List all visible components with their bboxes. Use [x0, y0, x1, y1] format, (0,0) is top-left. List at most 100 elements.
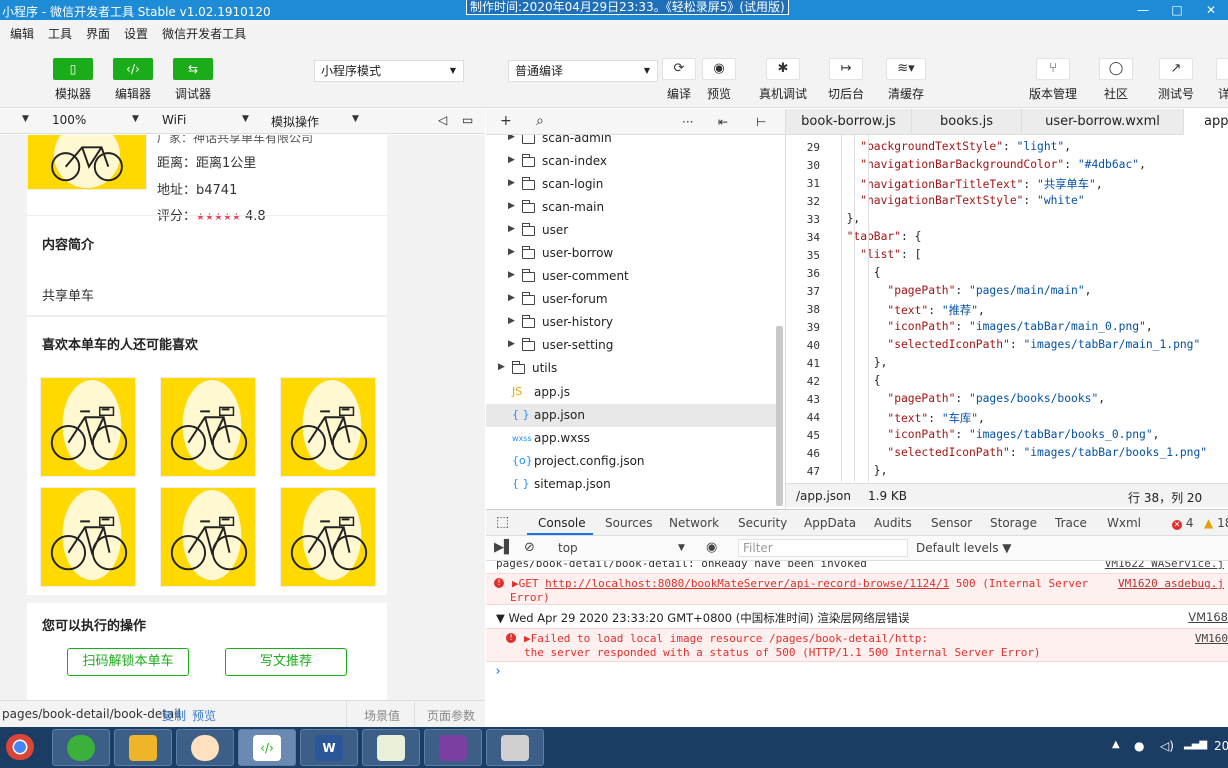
scene-value-button[interactable]: 场景值 [364, 707, 400, 724]
clock[interactable]: 20 [1214, 739, 1228, 753]
compile-button[interactable]: ⟳ [662, 58, 696, 80]
clear-cache-button[interactable]: ≋▾ [886, 58, 926, 80]
app-task[interactable] [114, 729, 172, 766]
source-link[interactable]: VM1622 WAService.j [1105, 561, 1224, 570]
menu-tools[interactable]: 工具 [48, 25, 72, 42]
console-group-line[interactable]: ▼ Wed Apr 29 2020 23:33:20 GMT+0800 (中国标… [486, 610, 1228, 626]
test-account-button[interactable]: ↗ [1159, 58, 1193, 80]
tab-book-borrow[interactable]: book-borrow.js [786, 109, 912, 135]
file-tree-item[interactable]: ▶ scan-index [486, 150, 776, 173]
mode-select[interactable]: 小程序模式 ▼ [314, 60, 464, 82]
error-url[interactable]: http://localhost:8080/bookMateServer/api… [545, 577, 949, 590]
page-params-button[interactable]: 页面参数 [427, 707, 475, 724]
volume-icon[interactable]: ◁ [438, 113, 447, 127]
inspect-icon[interactable]: ⬚ [496, 514, 509, 530]
tab-sources[interactable]: Sources [605, 516, 652, 530]
recommend-bike-card[interactable] [280, 377, 376, 477]
devtools-task[interactable]: ‹/› [238, 729, 296, 766]
tab-app-json[interactable]: app [1184, 109, 1228, 135]
tab-appdata[interactable]: AppData [804, 516, 856, 530]
file-tree-item[interactable]: ▶ scan-admin [486, 135, 776, 150]
start-chrome-icon[interactable] [0, 729, 44, 766]
sidebar-toggle-icon[interactable]: ▶▌ [494, 540, 514, 555]
source-link[interactable]: VM1620 asdebug.j [1118, 577, 1224, 590]
recommend-bike-card[interactable] [40, 487, 136, 587]
clear-console-icon[interactable]: ⊘ [524, 540, 535, 555]
java-ide-task[interactable] [424, 729, 482, 766]
recommend-bike-card[interactable] [160, 377, 256, 477]
eye-icon[interactable]: ◉ [706, 540, 717, 555]
file-tree-item[interactable]: ▶ user-history [486, 311, 776, 334]
zoom-select[interactable]: 100% [52, 113, 86, 127]
code-editor[interactable]: 29 "backgroundTextStyle": "light", 30 "navi… [786, 135, 1228, 482]
split-icon[interactable]: ⊢ [756, 115, 766, 129]
simulate-operation-select[interactable]: 模拟操作 [271, 113, 319, 130]
file-tree-scrollbar[interactable] [776, 326, 783, 506]
file-tree-item[interactable]: { } app.json [486, 404, 776, 427]
tab-audits[interactable]: Audits [874, 516, 912, 530]
preview-page-link[interactable]: 预览 [192, 707, 216, 724]
version-mgmt-button[interactable]: ⑂ [1036, 58, 1070, 80]
network-icon[interactable]: ▂▄▆ [1184, 739, 1207, 750]
source-link[interactable]: VM160 [1195, 632, 1228, 645]
maximize-button[interactable]: □ [1160, 0, 1194, 20]
collapse-icon[interactable]: ⇤ [718, 115, 728, 129]
file-tree-item[interactable]: ▶ user [486, 219, 776, 242]
compile-select[interactable]: 普通编译 ▼ [508, 60, 658, 82]
close-button[interactable]: ✕ [1194, 0, 1228, 20]
more-icon[interactable]: ··· [682, 115, 693, 129]
recommend-bike-card[interactable] [280, 487, 376, 587]
warning-counter[interactable]: ▲ 18 [1204, 516, 1228, 530]
menu-view[interactable]: 界面 [86, 25, 110, 42]
context-select[interactable]: top [558, 541, 578, 555]
tray-arrow-icon[interactable]: ▲ [1112, 739, 1120, 750]
recorder-task[interactable] [486, 729, 544, 766]
debugger-button[interactable]: ⇆ [173, 58, 213, 80]
background-button[interactable]: ↦ [829, 58, 863, 80]
console-filter-input[interactable]: Filter [738, 539, 908, 557]
volume-icon[interactable]: ◁) [1160, 739, 1174, 753]
write-recommend-button[interactable]: 写文推荐 [225, 648, 347, 676]
add-file-icon[interactable]: + [500, 113, 512, 129]
file-tree-item[interactable]: wxss app.wxss [486, 427, 776, 450]
menu-edit[interactable]: 编辑 [10, 25, 34, 42]
recommend-bike-card[interactable] [40, 377, 136, 477]
avatar-task[interactable] [176, 729, 234, 766]
tab-user-borrow[interactable]: user-borrow.wxml [1022, 109, 1184, 135]
notepad-task[interactable] [362, 729, 420, 766]
wechat-task[interactable] [52, 729, 110, 766]
network-select[interactable]: WiFi [162, 113, 186, 127]
qq-icon[interactable]: ● [1134, 739, 1144, 753]
recommend-bike-card[interactable] [160, 487, 256, 587]
search-icon[interactable]: ⌕ [536, 113, 544, 129]
menu-settings[interactable]: 设置 [124, 25, 148, 42]
tab-books[interactable]: books.js [912, 109, 1022, 135]
bike-image[interactable] [27, 135, 147, 190]
simulator-button[interactable]: ▯ [53, 58, 93, 80]
file-tree-item[interactable]: ▶ user-forum [486, 288, 776, 311]
file-tree-item[interactable]: ▶ scan-main [486, 196, 776, 219]
preview-button[interactable]: ◉ [702, 58, 736, 80]
tab-sensor[interactable]: Sensor [931, 516, 972, 530]
file-tree-item[interactable]: ▶ user-borrow [486, 242, 776, 265]
unlock-bike-button[interactable]: 扫码解锁本单车 [67, 648, 189, 676]
log-levels-select[interactable]: Default levels ▼ [916, 541, 1012, 555]
tab-storage[interactable]: Storage [990, 516, 1037, 530]
remote-debug-button[interactable]: ✱ [766, 58, 800, 80]
tab-wxml[interactable]: Wxml [1107, 516, 1141, 530]
tab-console[interactable]: Console [538, 516, 586, 530]
file-tree-item[interactable]: ▶ user-setting [486, 334, 776, 357]
minimize-button[interactable]: — [1126, 0, 1160, 20]
file-tree-item[interactable]: {o} project.config.json [486, 450, 776, 473]
error-counter[interactable]: ✕ 4 [1172, 516, 1193, 530]
file-tree-item[interactable]: ▶ user-comment [486, 265, 776, 288]
console-prompt[interactable]: › [486, 664, 1228, 680]
file-tree-item[interactable]: { } sitemap.json [486, 473, 776, 496]
details-button[interactable] [1216, 58, 1228, 80]
file-tree-item[interactable]: ▶ utils [486, 357, 776, 380]
tab-trace[interactable]: Trace [1055, 516, 1087, 530]
file-tree-item[interactable]: JS app.js [486, 381, 776, 404]
file-tree-item[interactable]: ▶ scan-login [486, 173, 776, 196]
popout-icon[interactable]: ▭ [462, 113, 473, 127]
word-task[interactable]: W [300, 729, 358, 766]
